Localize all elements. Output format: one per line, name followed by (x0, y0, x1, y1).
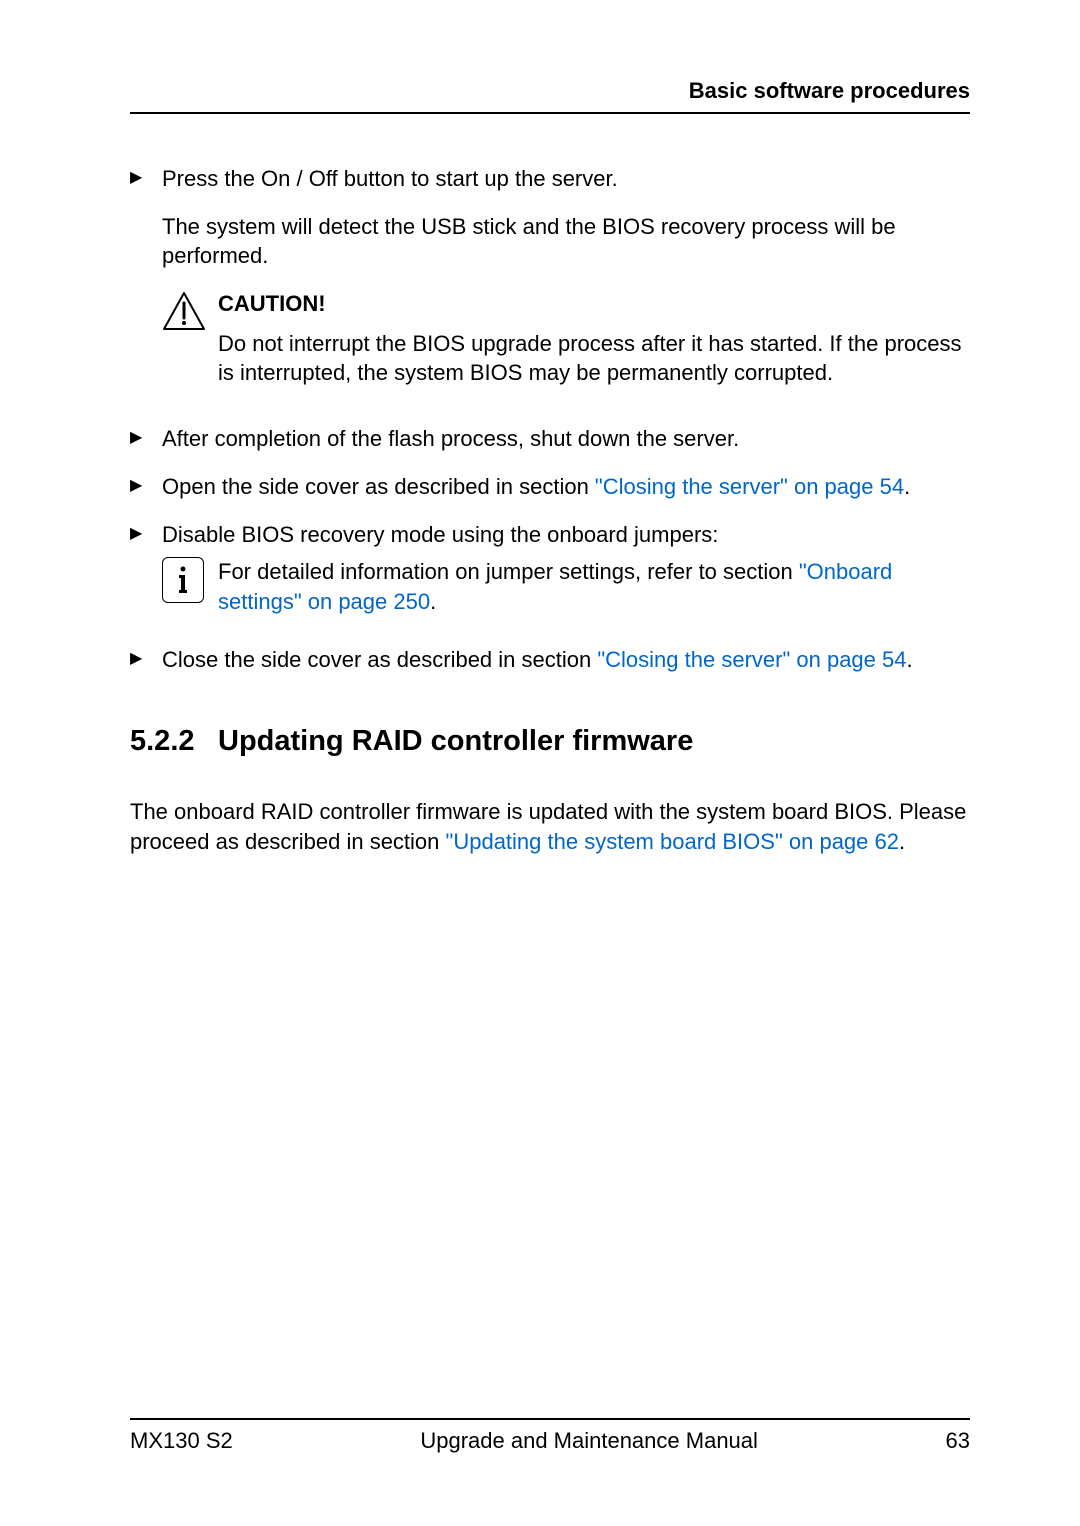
bullet-text: Disable BIOS recovery mode using the onb… (162, 520, 970, 550)
bullet-content: Press the On / Off button to start up th… (162, 164, 970, 406)
list-item: ▶ Close the side cover as described in s… (130, 645, 970, 675)
list-item: ▶ After completion of the flash process,… (130, 424, 970, 454)
cross-reference-link[interactable]: "Closing the server" on page 54 (597, 647, 906, 672)
section-title: Updating RAID controller firmware (218, 722, 970, 761)
cross-reference-link[interactable]: "Closing the server" on page 54 (595, 474, 904, 499)
bullet-marker-icon: ▶ (130, 520, 162, 627)
caution-heading: CAUTION! (218, 289, 970, 319)
text: . (906, 647, 912, 672)
list-item: ▶ Open the side cover as described in se… (130, 472, 970, 502)
main-content: ▶ Press the On / Off button to start up … (130, 164, 970, 857)
bullet-marker-icon: ▶ (130, 472, 162, 502)
footer-manual-title: Upgrade and Maintenance Manual (233, 1428, 946, 1454)
footer-page-number: 63 (946, 1428, 970, 1454)
text: Close the side cover as described in sec… (162, 647, 597, 672)
text: Open the side cover as described in sect… (162, 474, 595, 499)
section-number: 5.2.2 (130, 722, 218, 761)
footer-model: MX130 S2 (130, 1428, 233, 1454)
bullet-content: Close the side cover as described in sec… (162, 645, 970, 675)
list-item: ▶ Disable BIOS recovery mode using the o… (130, 520, 970, 627)
caution-text: CAUTION! Do not interrupt the BIOS upgra… (218, 289, 970, 388)
bullet-content: Disable BIOS recovery mode using the onb… (162, 520, 970, 627)
section-paragraph: The onboard RAID controller firmware is … (130, 797, 970, 856)
bullet-text: After completion of the flash process, s… (162, 424, 970, 454)
caution-icon (162, 289, 218, 388)
bullet-paragraph: The system will detect the USB stick and… (162, 212, 970, 271)
bullet-content: Open the side cover as described in sect… (162, 472, 970, 502)
caution-block: CAUTION! Do not interrupt the BIOS upgra… (162, 289, 970, 388)
page-content: Basic software procedures ▶ Press the On… (0, 0, 1080, 857)
text: . (899, 829, 905, 854)
info-text: For detailed information on jumper setti… (218, 557, 970, 616)
info-icon (162, 557, 218, 616)
page-header: Basic software procedures (130, 78, 970, 114)
footer-divider (130, 1418, 970, 1420)
text: For detailed information on jumper setti… (218, 559, 799, 584)
list-item: ▶ Press the On / Off button to start up … (130, 164, 970, 406)
info-block: For detailed information on jumper setti… (162, 557, 970, 616)
page-footer: MX130 S2 Upgrade and Maintenance Manual … (130, 1418, 970, 1454)
bullet-marker-icon: ▶ (130, 645, 162, 675)
section-heading: 5.2.2 Updating RAID controller firmware (130, 722, 970, 761)
caution-body: Do not interrupt the BIOS upgrade proces… (218, 329, 970, 388)
text: . (904, 474, 910, 499)
header-title: Basic software procedures (689, 78, 970, 103)
bullet-marker-icon: ▶ (130, 164, 162, 406)
footer-row: MX130 S2 Upgrade and Maintenance Manual … (130, 1428, 970, 1454)
cross-reference-link[interactable]: "Updating the system board BIOS" on page… (446, 829, 899, 854)
bullet-marker-icon: ▶ (130, 424, 162, 454)
text: . (430, 589, 436, 614)
bullet-text: Press the On / Off button to start up th… (162, 164, 970, 194)
info-icon-box (162, 557, 204, 603)
